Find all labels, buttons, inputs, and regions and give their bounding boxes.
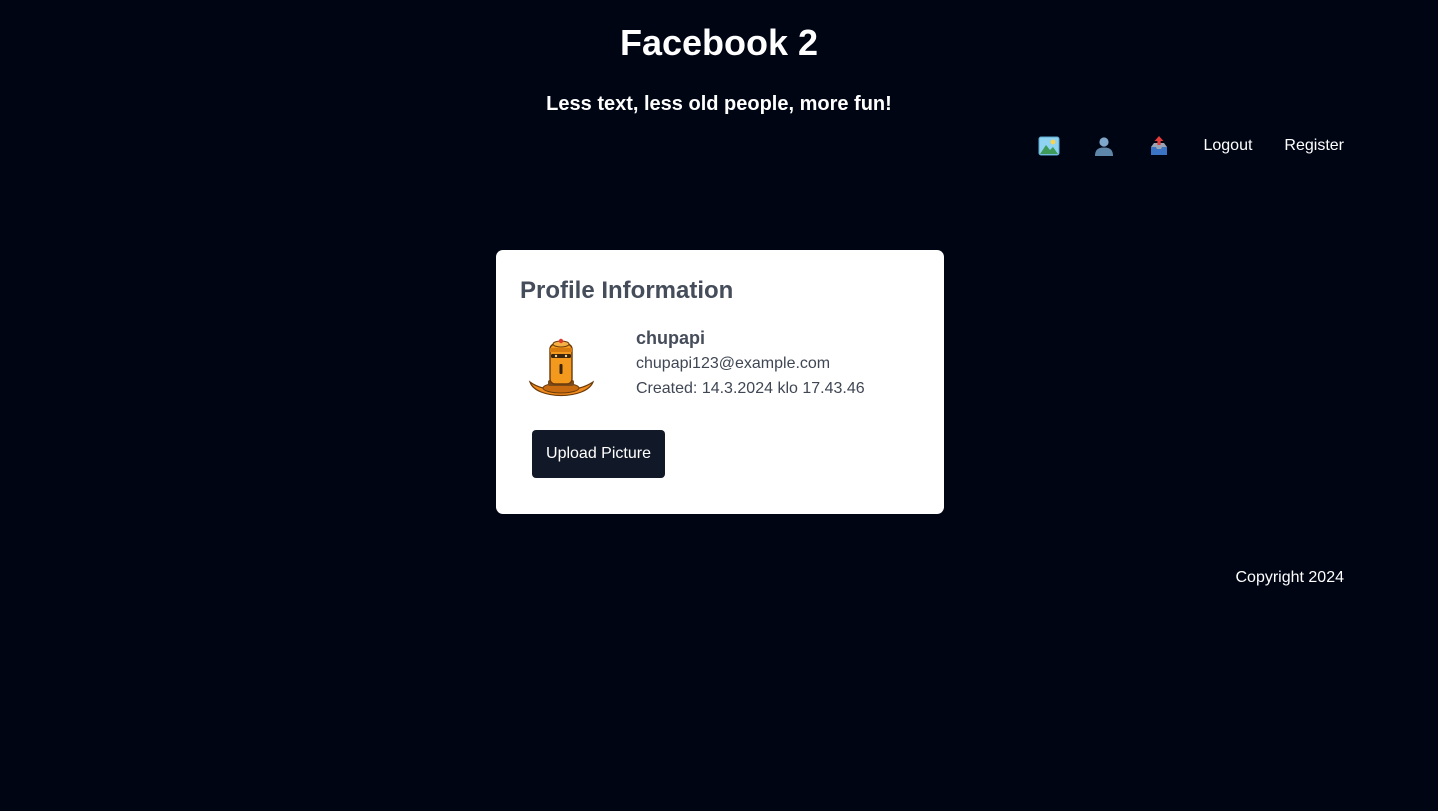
user-icon[interactable]: [1093, 133, 1115, 159]
profile-username: chupapi: [636, 328, 706, 348]
picture-icon[interactable]: [1038, 133, 1060, 159]
site-title: Facebook 2: [619, 22, 819, 63]
top-nav: Logout Register: [1038, 133, 1344, 159]
profile-email: chupapi123@example.com: [636, 355, 831, 372]
footer-copyright: Copyright 2024: [1235, 569, 1344, 586]
outbox-icon[interactable]: [1148, 133, 1170, 159]
avatar: [526, 338, 596, 408]
profile-created-date: Created: 14.3.2024 klo 17.43.46: [636, 380, 865, 397]
profile-card: Profile Information chupapi chupapi123@e…: [496, 250, 944, 514]
site-tagline: Less text, less old people, more fun!: [546, 93, 892, 115]
upload-picture-button[interactable]: Upload Picture: [532, 430, 665, 478]
register-link[interactable]: Register: [1284, 133, 1344, 159]
logout-link[interactable]: Logout: [1203, 133, 1252, 159]
profile-heading: Profile Information: [520, 277, 734, 304]
